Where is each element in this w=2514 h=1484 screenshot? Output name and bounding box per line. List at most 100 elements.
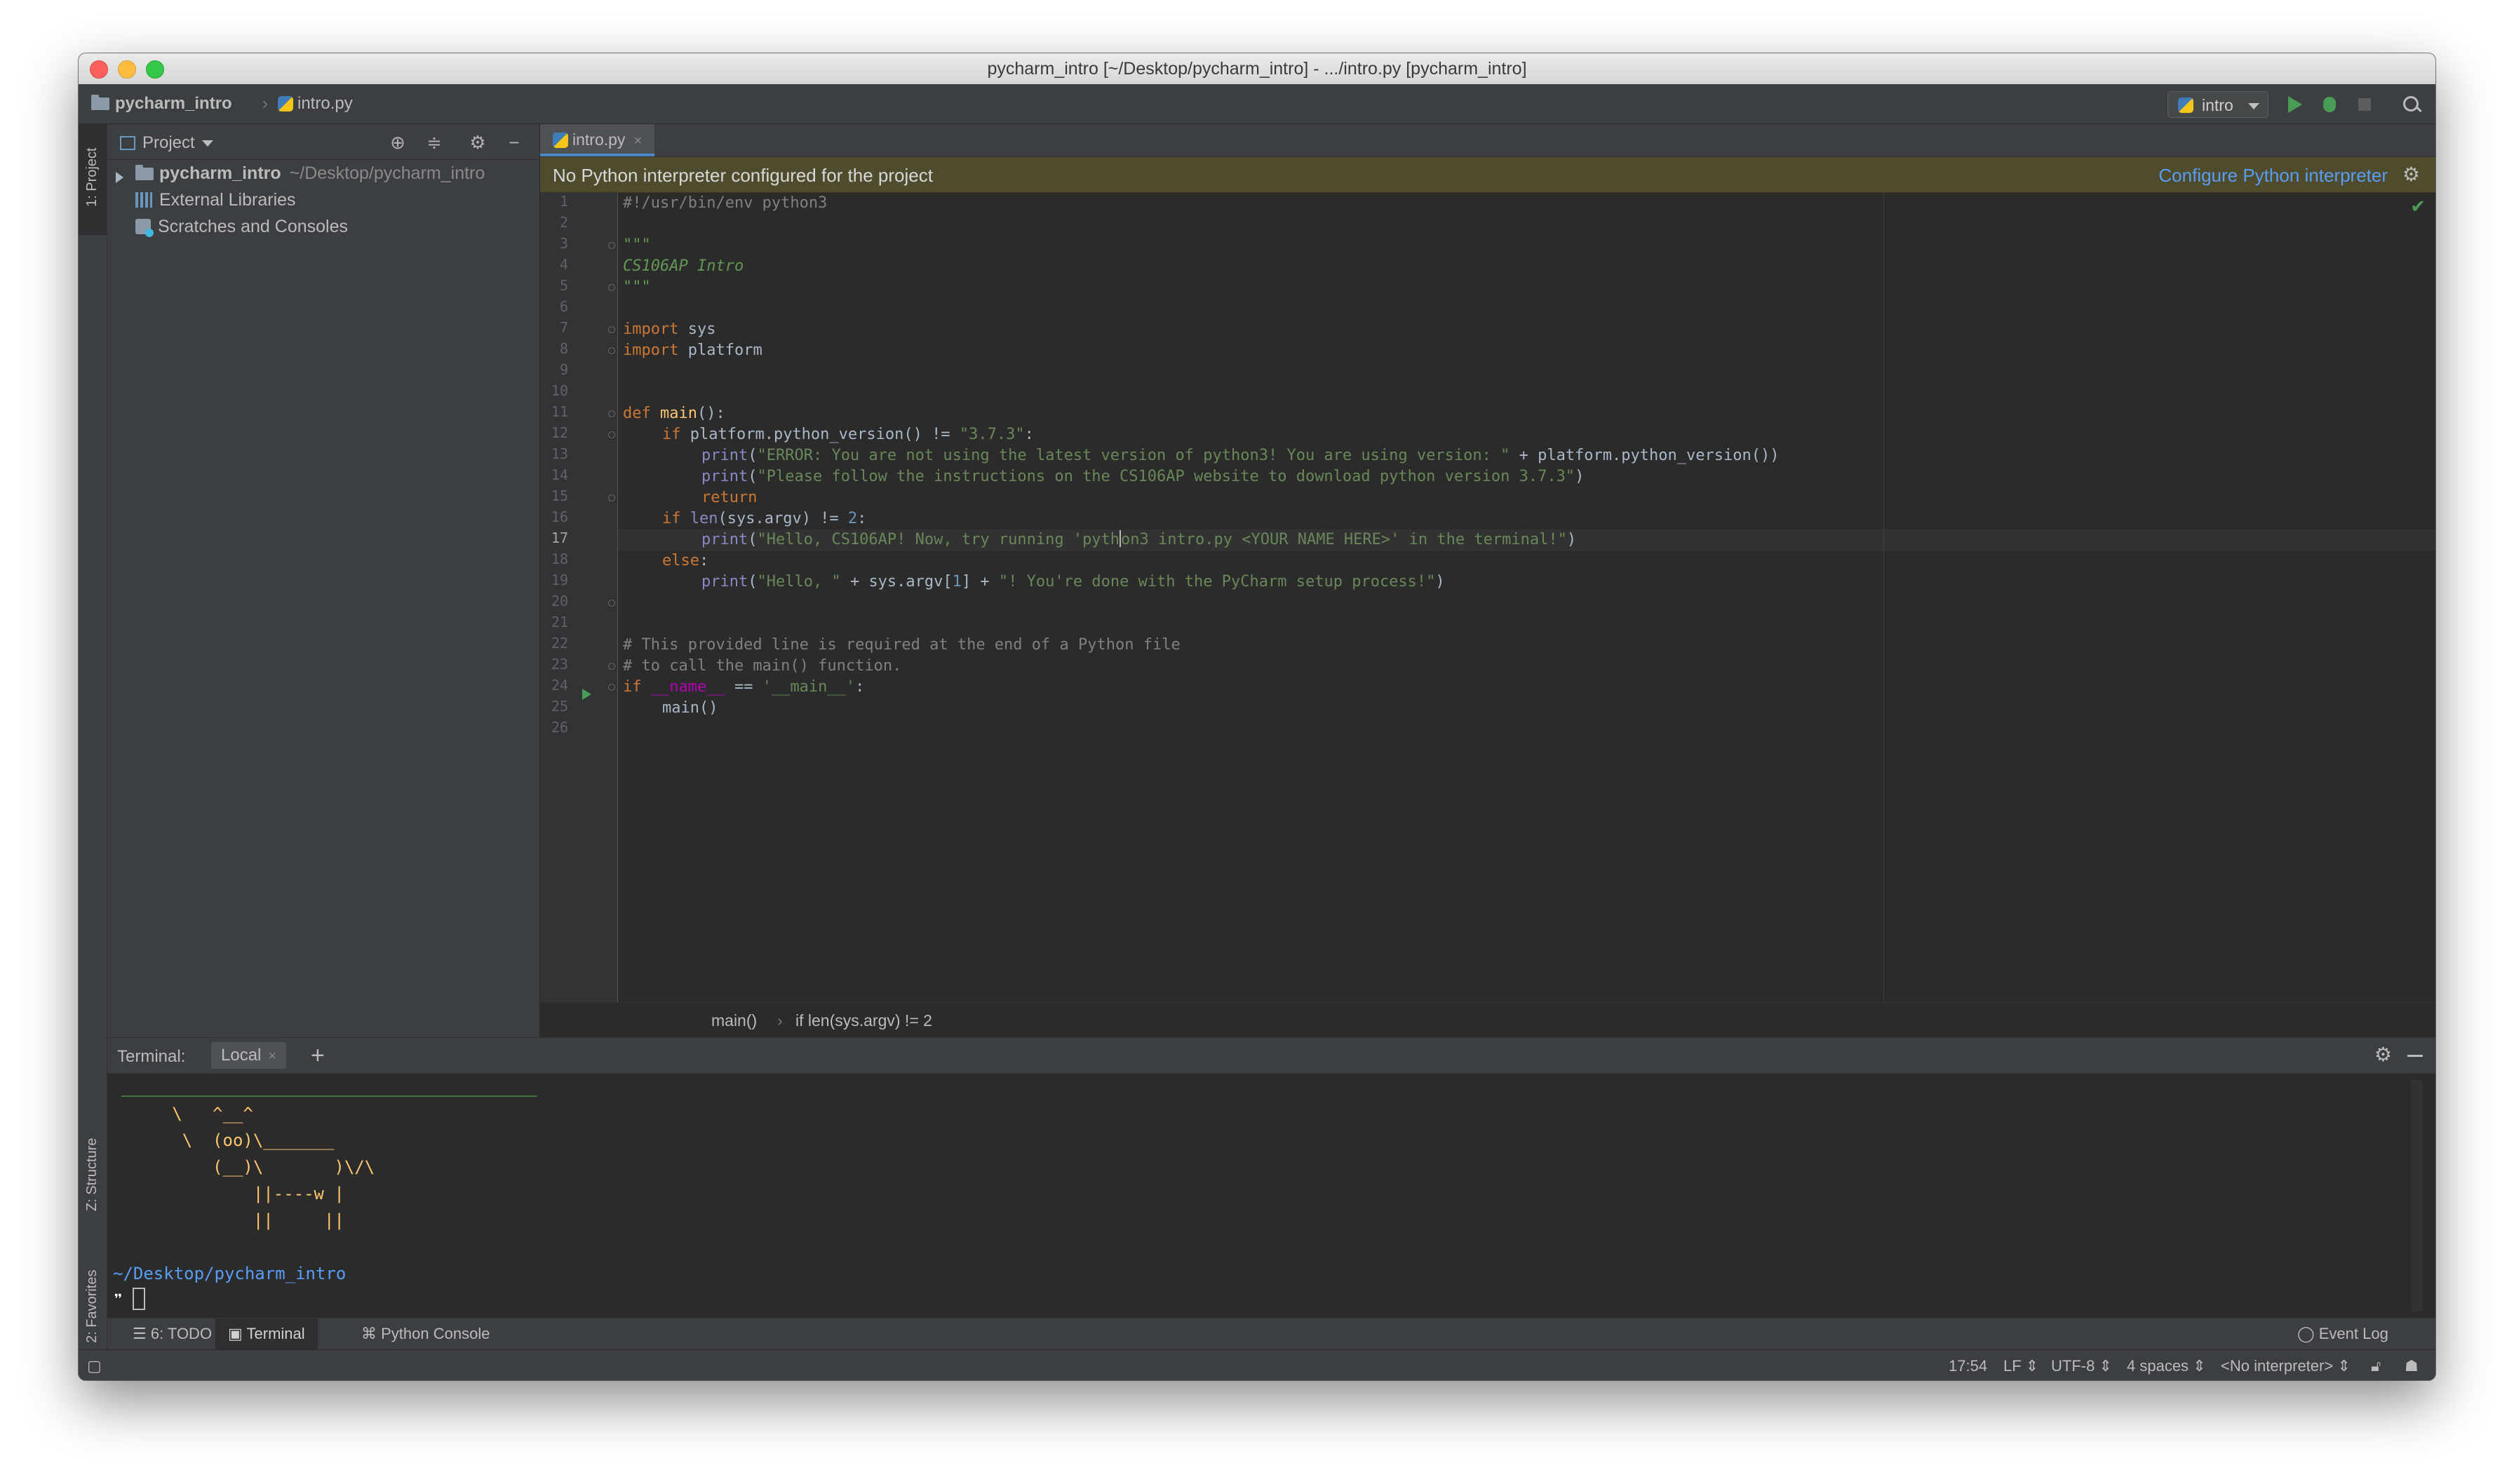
title-bar: pycharm_intro [~/Desktop/pycharm_intro] … bbox=[79, 53, 2435, 85]
structure-tool-tab[interactable]: Z: Structure bbox=[79, 1112, 107, 1217]
breadcrumb-project[interactable]: pycharm_intro bbox=[91, 94, 232, 114]
line-number: 19 bbox=[551, 572, 568, 588]
terminal-cursor bbox=[133, 1288, 146, 1310]
line-number: 5 bbox=[559, 277, 568, 294]
hide-panel-icon[interactable] bbox=[2407, 1055, 2423, 1057]
debug-button[interactable] bbox=[2318, 93, 2341, 116]
fold-marker-icon[interactable] bbox=[608, 684, 615, 691]
inspector-icon[interactable]: ☗ bbox=[2405, 1357, 2419, 1375]
code-line: """ bbox=[623, 278, 651, 296]
line-number: 3 bbox=[559, 235, 568, 252]
terminal-line: \ (oo)\_______ bbox=[121, 1131, 335, 1150]
fold-marker-icon[interactable] bbox=[608, 494, 615, 501]
todo-tool-tab[interactable]: ☰ 6: TODO bbox=[120, 1318, 224, 1349]
run-configuration-select[interactable]: intro bbox=[2167, 91, 2268, 118]
project-tool-tab[interactable]: 1: Project bbox=[79, 124, 107, 235]
editor-tab-bar: intro.py × bbox=[540, 124, 2435, 157]
code-line: import sys bbox=[623, 321, 716, 338]
inspection-ok-icon[interactable]: ✔ bbox=[2410, 196, 2426, 217]
line-number: 20 bbox=[551, 593, 568, 609]
line-number: 2 bbox=[559, 214, 568, 231]
pycharm-window: pycharm_intro [~/Desktop/pycharm_intro] … bbox=[79, 53, 2435, 1380]
line-number: 4 bbox=[559, 256, 568, 273]
line-number: 9 bbox=[559, 361, 568, 378]
expand-arrow-icon[interactable] bbox=[116, 172, 123, 183]
fold-marker-icon[interactable] bbox=[608, 431, 615, 438]
terminal-header: Terminal: Local × + ⚙ bbox=[107, 1038, 2435, 1074]
line-number: 21 bbox=[551, 614, 568, 630]
gear-icon[interactable]: ⚙ bbox=[2374, 1044, 2392, 1065]
toggle-tool-windows-icon[interactable]: ▢ bbox=[87, 1357, 102, 1375]
terminal-tab-local[interactable]: Local × bbox=[211, 1042, 287, 1069]
editor-tab-intro-py[interactable]: intro.py × bbox=[540, 124, 655, 156]
fold-marker-icon[interactable] bbox=[608, 663, 615, 670]
line-number: 26 bbox=[551, 719, 568, 736]
terminal-scrollbar[interactable] bbox=[2412, 1080, 2423, 1311]
line-number: 6 bbox=[559, 298, 568, 315]
fold-marker-icon[interactable] bbox=[608, 600, 615, 607]
interpreter-select[interactable]: <No interpreter> ⇕ bbox=[2221, 1357, 2351, 1375]
project-panel: Project ⊕ ≑ ⚙ − pycharm_intro ~/Desktop/p… bbox=[107, 124, 540, 1037]
editor-area: intro.py × No Python interpreter configur… bbox=[540, 124, 2435, 1038]
python-console-tool-tab[interactable]: ⌘ Python Console bbox=[349, 1318, 502, 1349]
event-log-tool-tab[interactable]: ◯ Event Log bbox=[2285, 1318, 2401, 1349]
code-breadcrumb-if[interactable]: if len(sys.argv) != 2 bbox=[795, 1011, 932, 1030]
run-gutter-icon[interactable] bbox=[582, 689, 591, 700]
code-breadcrumb-bar: main() › if len(sys.argv) != 2 bbox=[540, 1002, 2435, 1038]
line-number: 14 bbox=[551, 466, 568, 483]
status-bar: ▢ 17:54 LF ⇕ UTF-8 ⇕ 4 spaces ⇕ <No inte… bbox=[79, 1349, 2435, 1380]
close-tab-icon[interactable]: × bbox=[268, 1048, 276, 1064]
run-button[interactable] bbox=[2283, 93, 2306, 116]
gear-icon[interactable]: ⚙ bbox=[2402, 164, 2420, 185]
line-separator-select[interactable]: LF ⇕ bbox=[2003, 1357, 2038, 1375]
terminal-tool-tab[interactable]: ▣ Terminal bbox=[215, 1318, 318, 1349]
line-number: 23 bbox=[551, 656, 568, 673]
collapse-all-icon[interactable]: ≑ bbox=[424, 133, 444, 152]
close-tab-icon[interactable]: × bbox=[633, 133, 642, 149]
terminal-panel: Terminal: Local × + ⚙ ___________________… bbox=[107, 1037, 2435, 1318]
project-view-select[interactable]: Project bbox=[120, 133, 213, 153]
stop-button[interactable] bbox=[2353, 93, 2377, 116]
bottom-tool-tabs: ☰ 6: TODO ▣ Terminal ⌘ Python Console ◯ … bbox=[107, 1318, 2435, 1349]
project-icon bbox=[120, 136, 135, 150]
code-line: #!/usr/bin/env python3 bbox=[623, 194, 828, 212]
line-number: 8 bbox=[559, 340, 568, 357]
fold-marker-icon[interactable] bbox=[608, 347, 615, 354]
locate-file-icon[interactable]: ⊕ bbox=[388, 133, 408, 152]
encoding-select[interactable]: UTF-8 ⇕ bbox=[2051, 1357, 2112, 1375]
line-number: 16 bbox=[551, 508, 568, 525]
search-everywhere-button[interactable] bbox=[2399, 93, 2423, 116]
configure-interpreter-link[interactable]: Configure Python interpreter bbox=[2158, 165, 2388, 187]
new-terminal-icon[interactable]: + bbox=[311, 1042, 325, 1069]
breadcrumb-file[interactable]: intro.py bbox=[278, 94, 353, 114]
line-number: 25 bbox=[551, 698, 568, 715]
code-line: def main(): bbox=[623, 405, 725, 422]
window-title: pycharm_intro [~/Desktop/pycharm_intro] … bbox=[987, 59, 1527, 79]
line-number: 12 bbox=[551, 424, 568, 441]
folder-icon bbox=[91, 95, 109, 110]
code-line: return bbox=[701, 489, 758, 506]
favorites-tool-tab[interactable]: 2: Favorites bbox=[79, 1239, 107, 1344]
fold-marker-icon[interactable] bbox=[608, 326, 615, 333]
caret-position[interactable]: 17:54 bbox=[1949, 1357, 1987, 1375]
folder-icon bbox=[135, 165, 154, 180]
line-gutter[interactable]: 1 2 3 4 5 6 7 8 9 10 11 12 13 14 15 16 1… bbox=[540, 193, 618, 1002]
code-line: import platform bbox=[623, 342, 762, 359]
code-line: CS106AP Intro bbox=[623, 257, 744, 275]
fold-marker-icon[interactable] bbox=[608, 242, 615, 249]
indent-select[interactable]: 4 spaces ⇕ bbox=[2127, 1357, 2206, 1375]
code-breadcrumb-main[interactable]: main() bbox=[711, 1011, 757, 1030]
terminal-prompt-path: ~/Desktop/pycharm_intro bbox=[113, 1264, 347, 1283]
fold-marker-icon[interactable] bbox=[608, 410, 615, 417]
banner-message: No Python interpreter configured for the… bbox=[553, 165, 933, 186]
fold-marker-icon[interactable] bbox=[608, 284, 615, 291]
python-icon bbox=[2178, 97, 2193, 113]
code-line: print("Hello, " + sys.argv[1] + "! You'r… bbox=[701, 573, 1445, 591]
lock-icon[interactable]: 🔓︎ bbox=[2371, 1357, 2381, 1375]
hide-panel-icon[interactable]: − bbox=[504, 133, 524, 152]
code-editor[interactable]: 1 2 3 4 5 6 7 8 9 10 11 12 13 14 15 16 1… bbox=[540, 193, 2435, 1002]
terminal-output[interactable]: ________________________________________… bbox=[107, 1074, 2398, 1318]
code-line: print("Please follow the instructions on… bbox=[701, 468, 1585, 485]
code-line: if platform.python_version() != "3.7.3": bbox=[662, 426, 1034, 443]
gear-icon[interactable]: ⚙ bbox=[468, 133, 488, 152]
